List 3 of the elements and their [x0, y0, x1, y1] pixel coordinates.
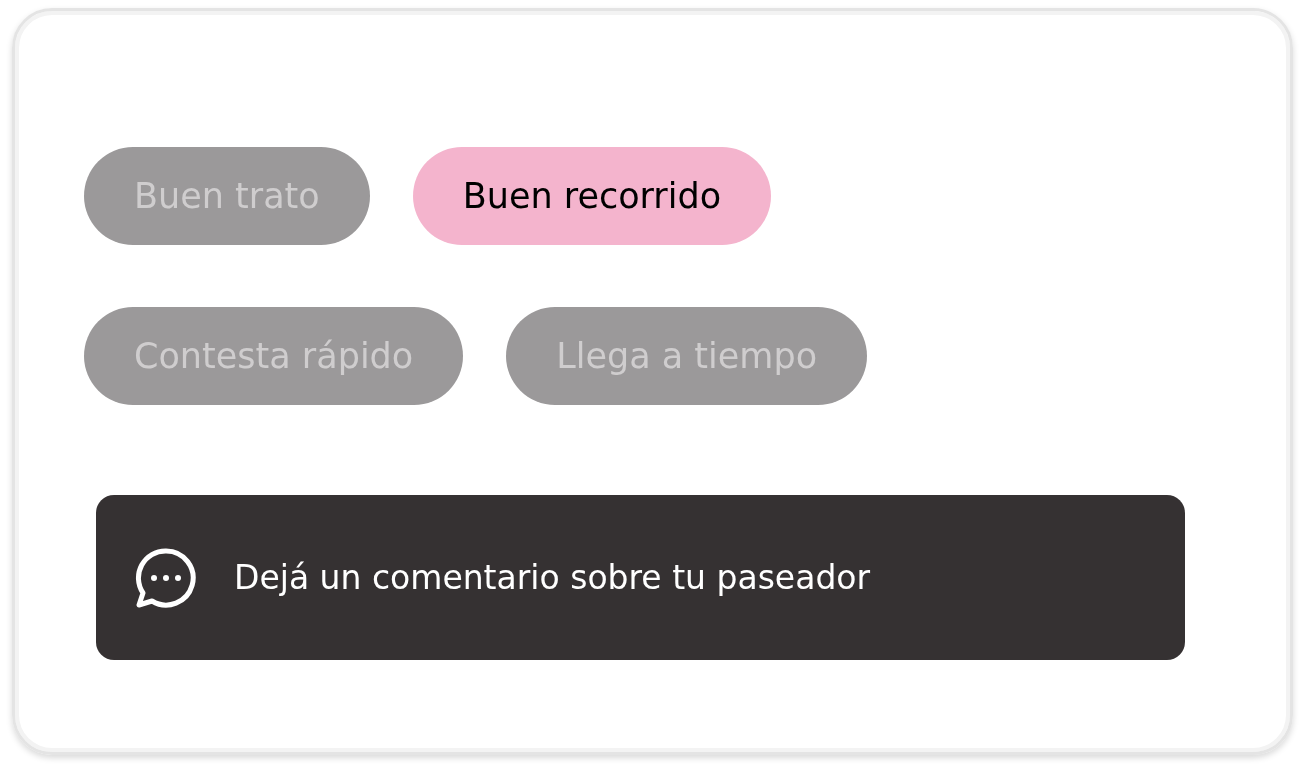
chat-bubble-icon — [134, 546, 198, 609]
tag-chip[interactable]: Buen recorrido — [412, 147, 772, 245]
comment-button[interactable]: Dejá un comentario sobre tu paseador — [96, 495, 1185, 660]
